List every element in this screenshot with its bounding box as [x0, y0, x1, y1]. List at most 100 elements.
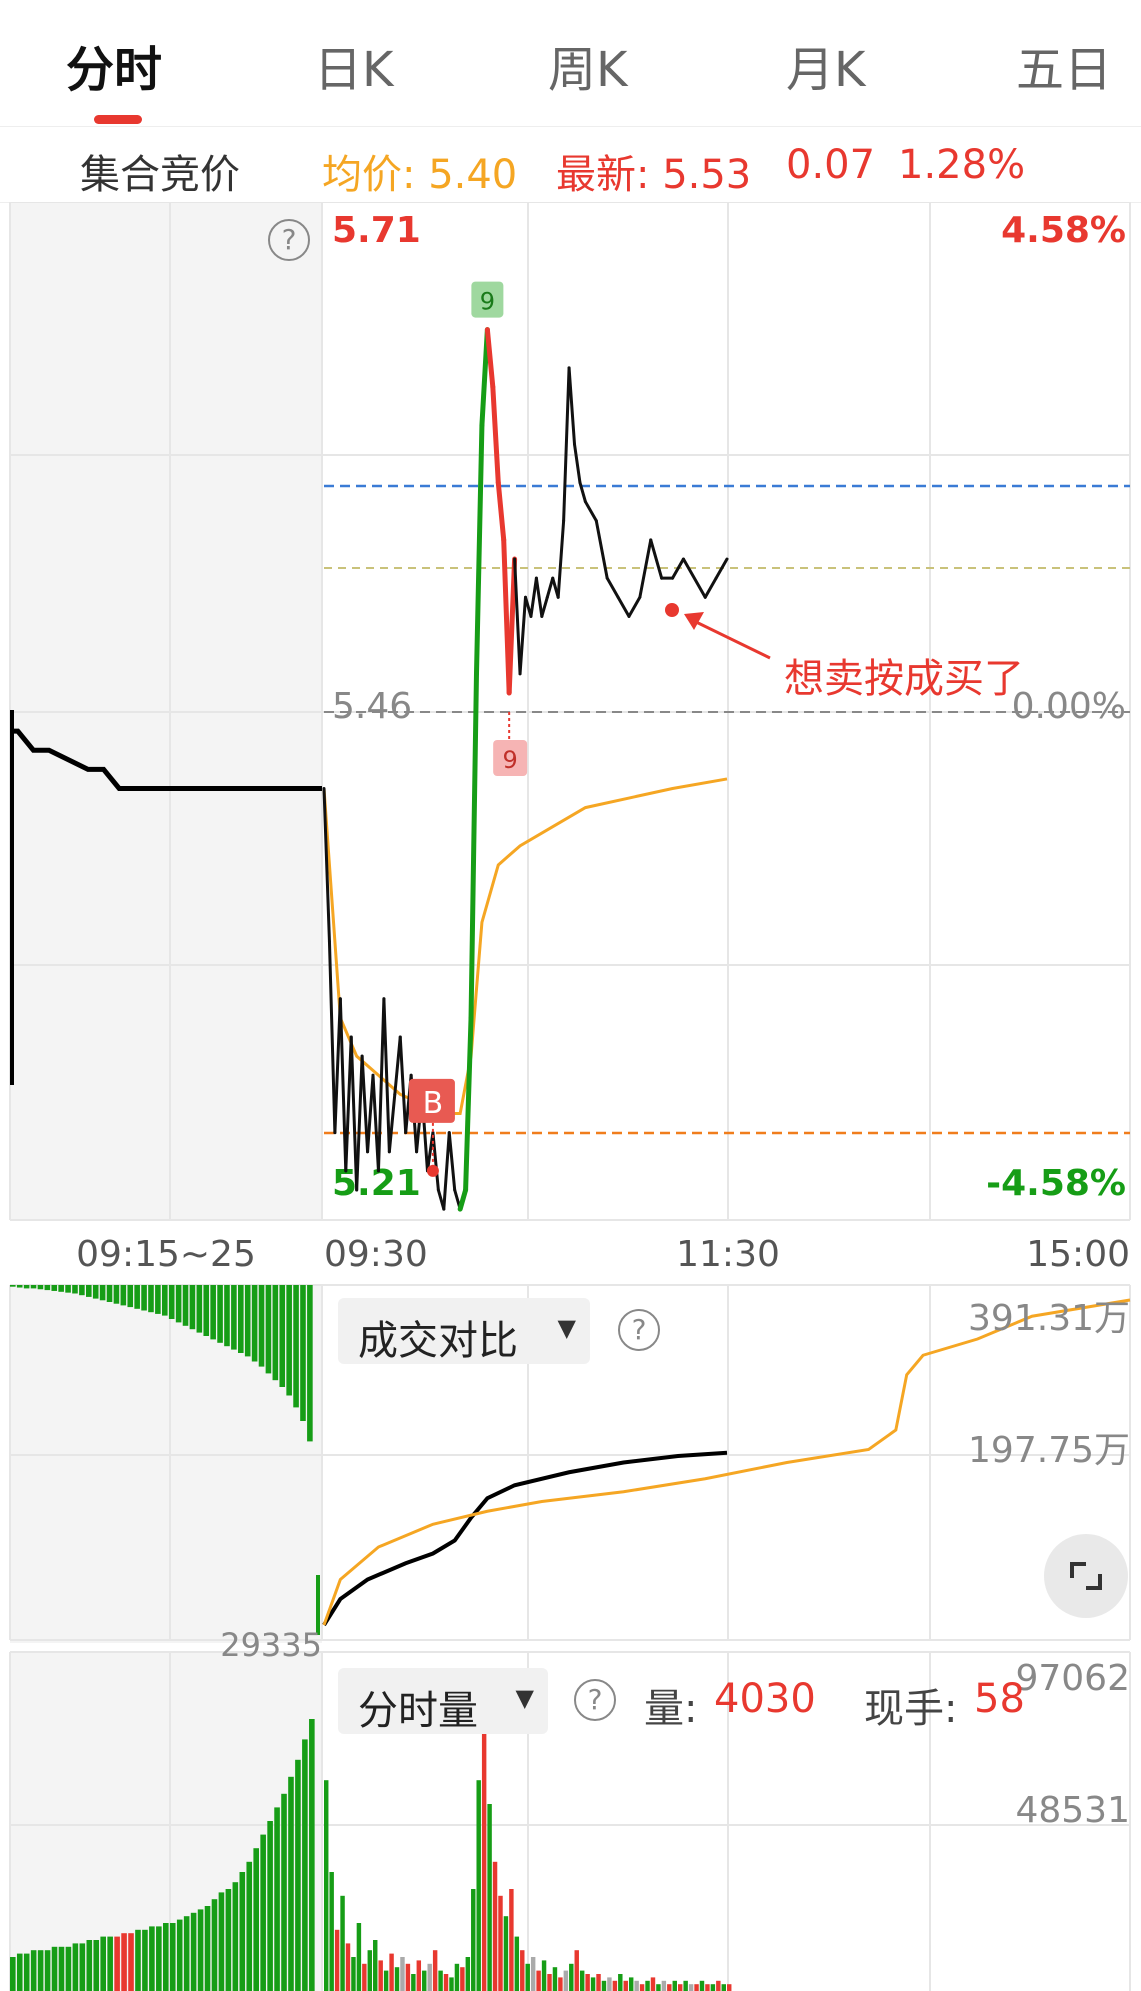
- price-line-segment: [681, 557, 707, 599]
- volume-auction-bar: [93, 1940, 100, 1991]
- compare-auction-bar: [196, 1285, 203, 1333]
- volume-bar: [443, 1974, 449, 1991]
- volume-bar: [514, 1936, 520, 1991]
- top-marker-label: 9: [480, 288, 495, 316]
- compare-min-label: 29335: [220, 1626, 322, 1664]
- compare-auction-bar: [120, 1285, 127, 1306]
- compare-auction-bar: [23, 1285, 30, 1289]
- compare-auction-bar: [231, 1285, 237, 1350]
- bottom-marker-label: 9: [503, 746, 518, 774]
- tab-daily-k[interactable]: 日K: [314, 30, 393, 100]
- volume-auction-bar: [260, 1834, 266, 1991]
- volume-bar: [618, 1974, 623, 1991]
- volume-bar: [476, 1780, 481, 1991]
- volume-bar: [422, 1970, 427, 1991]
- price-line-segment: [556, 519, 566, 599]
- hand-value: 58: [974, 1676, 1025, 1722]
- tab-five-day[interactable]: 五日: [1016, 30, 1112, 100]
- pct-min-label: -4.58%: [986, 1163, 1126, 1204]
- volume-auction-bar: [163, 1923, 169, 1991]
- price-line-segment: [506, 556, 518, 696]
- compare-auction-bar: [92, 1285, 99, 1299]
- volume-auction-bar: [169, 1923, 176, 1991]
- volume-bar: [579, 1970, 585, 1991]
- intraday-chart[interactable]: 5.715.215.464.58%-4.58%0.00%09:15~25 09:3…: [0, 202, 1141, 1991]
- fullscreen-button[interactable]: [1044, 1534, 1128, 1618]
- volume-auction-bar: [246, 1861, 253, 1991]
- volume-bar: [394, 1967, 400, 1991]
- price-line-segment: [360, 1054, 370, 1154]
- volume-bar: [400, 1957, 405, 1991]
- price-line-segment: [534, 576, 544, 618]
- time-tick-label: 11:30: [676, 1234, 780, 1275]
- tab-weekly-k[interactable]: 周K: [548, 30, 627, 100]
- compare-auction-bar: [224, 1285, 230, 1347]
- volume-auction-bar: [309, 1719, 315, 1991]
- volume-bar: [356, 1923, 362, 1991]
- volume-auction-bar: [114, 1936, 120, 1991]
- volume-bar: [454, 1963, 460, 1991]
- volume-auction-bar: [232, 1882, 239, 1991]
- volume-auction-bar: [72, 1943, 79, 1991]
- volume-bar: [683, 1980, 688, 1991]
- annotation-arrow-line: [691, 618, 771, 660]
- volume-bar: [628, 1977, 634, 1991]
- time-tick-label: 09:30: [324, 1234, 428, 1275]
- price-line-segment: [605, 576, 620, 599]
- quote-info-bar: 集合竞价 均价: 5.40 最新: 5.53 0.07 1.28%: [0, 126, 1141, 203]
- volume-bar: [639, 1984, 645, 1991]
- compare-auction-bar: [37, 1285, 44, 1290]
- compare-auction-bar: [134, 1285, 140, 1309]
- buy-marker-dot: [426, 1164, 439, 1177]
- volume-bar: [716, 1980, 721, 1991]
- volume-selector[interactable]: 分时量 ▼: [338, 1668, 548, 1734]
- volume-bar: [721, 1984, 726, 1991]
- latest-price-text: 最新: 5.53: [556, 152, 752, 198]
- price-help-icon[interactable]: ?: [268, 219, 310, 261]
- volume-bar: [324, 1780, 329, 1991]
- compare-auction-bar: [272, 1285, 279, 1381]
- volume-auction-bar: [135, 1929, 141, 1991]
- volume-bar: [378, 1960, 383, 1991]
- active-tab-indicator: [94, 115, 142, 124]
- volume-auction-bar: [176, 1919, 183, 1991]
- compare-auction-bar: [265, 1285, 272, 1374]
- tab-intraday[interactable]: 分时: [66, 30, 162, 100]
- volume-auction-bar: [79, 1943, 86, 1991]
- volume-bar: [552, 1967, 558, 1991]
- volume-auction-bar: [274, 1807, 280, 1991]
- volume-bar: [677, 1984, 683, 1991]
- price-line-segment: [468, 671, 479, 1021]
- compare-auction-bar: [175, 1285, 182, 1323]
- volume-bar: [536, 1970, 541, 1991]
- volume-auction-bar: [149, 1926, 155, 1991]
- volume-bar: [541, 1960, 547, 1991]
- buy-marker-label: B: [423, 1086, 444, 1121]
- compare-auction-bar: [30, 1285, 37, 1289]
- compare-help-icon[interactable]: ?: [618, 1309, 660, 1351]
- volume-bar: [727, 1984, 732, 1991]
- tab-monthly-k[interactable]: 月K: [786, 30, 865, 100]
- price-line-segment: [627, 595, 642, 618]
- volume-help-icon[interactable]: ?: [574, 1679, 616, 1721]
- volume-bar: [329, 1872, 334, 1991]
- volume-auction-bar: [121, 1933, 127, 1991]
- compare-auction-bar: [300, 1285, 306, 1421]
- volume-auction-bar: [239, 1872, 246, 1991]
- price-line-segment: [583, 500, 598, 523]
- compare-auction-bar: [307, 1285, 313, 1442]
- price-line-segment: [457, 1187, 469, 1212]
- volume-auction-bar: [295, 1759, 301, 1991]
- volume-bar: [498, 1895, 503, 1991]
- price-line-segment: [344, 1035, 353, 1173]
- compare-auction-bar: [127, 1285, 134, 1308]
- compare-auction-bar: [44, 1285, 51, 1291]
- compare-selector[interactable]: 成交对比 ▼: [338, 1298, 590, 1364]
- volume-bar: [405, 1963, 411, 1991]
- prev-close-label: 5.46: [332, 686, 412, 727]
- volume-bar: [585, 1974, 590, 1991]
- compare-mid-label: 197.75万: [968, 1430, 1130, 1471]
- volume-bar: [688, 1984, 694, 1991]
- price-line-segment: [649, 538, 664, 580]
- volume-bar: [460, 1967, 465, 1991]
